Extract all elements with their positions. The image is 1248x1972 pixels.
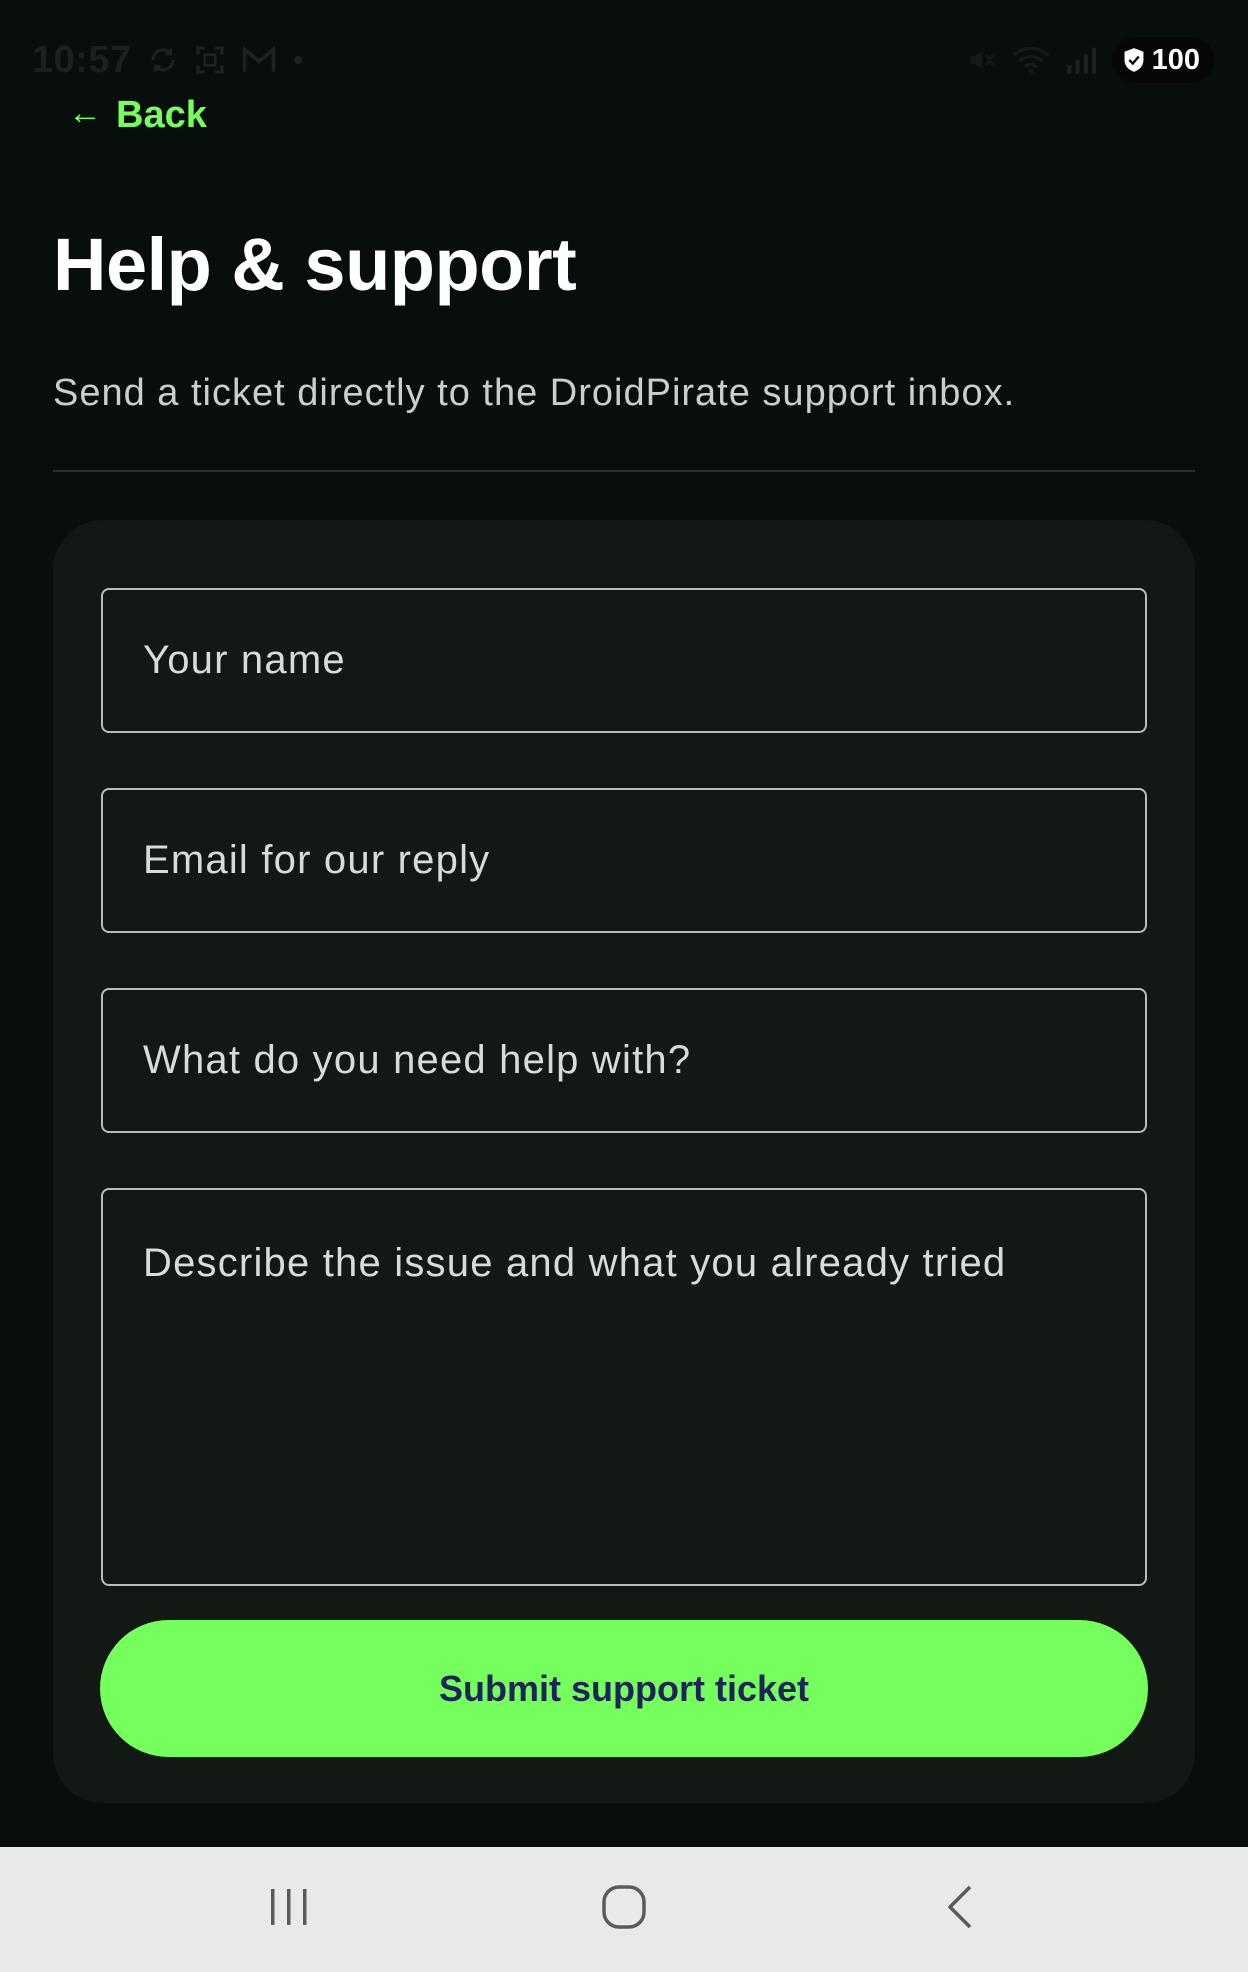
screenshot-icon: [194, 44, 226, 76]
dot-icon: [292, 54, 304, 66]
recents-icon: [267, 1885, 311, 1934]
wifi-icon: [1011, 44, 1050, 76]
page-title: Help & support: [53, 223, 577, 306]
back-icon: [940, 1883, 980, 1936]
status-bar: 10:57 100: [0, 0, 1248, 120]
battery-level: 100: [1151, 43, 1200, 76]
home-button[interactable]: [564, 1869, 684, 1949]
status-left: 10:57: [32, 39, 304, 82]
header-divider: [53, 470, 1195, 472]
status-right: 100: [964, 37, 1214, 83]
name-input[interactable]: [101, 588, 1147, 733]
home-icon: [600, 1883, 648, 1936]
status-time: 10:57: [32, 38, 132, 81]
signal-icon: [1064, 45, 1098, 75]
gmail-icon: [242, 45, 276, 75]
subject-input[interactable]: [101, 988, 1147, 1133]
nav-back-button[interactable]: [900, 1869, 1020, 1949]
sync-icon: [148, 45, 178, 75]
recents-button[interactable]: [229, 1869, 349, 1949]
email-input[interactable]: [101, 788, 1147, 933]
submit-ticket-button[interactable]: Submit support ticket: [100, 1620, 1148, 1757]
navigation-bar: [0, 1847, 1248, 1972]
mute-icon: [964, 44, 998, 76]
battery-indicator: 100: [1111, 37, 1214, 83]
page-subtitle: Send a ticket directly to the DroidPirat…: [53, 372, 1016, 414]
support-form-card: Submit support ticket: [53, 520, 1195, 1803]
help-support-screen: 10:57 100 ← Back Help & support Send a t…: [0, 0, 1248, 1972]
shield-icon: [1122, 47, 1146, 73]
description-textarea[interactable]: [101, 1188, 1147, 1586]
